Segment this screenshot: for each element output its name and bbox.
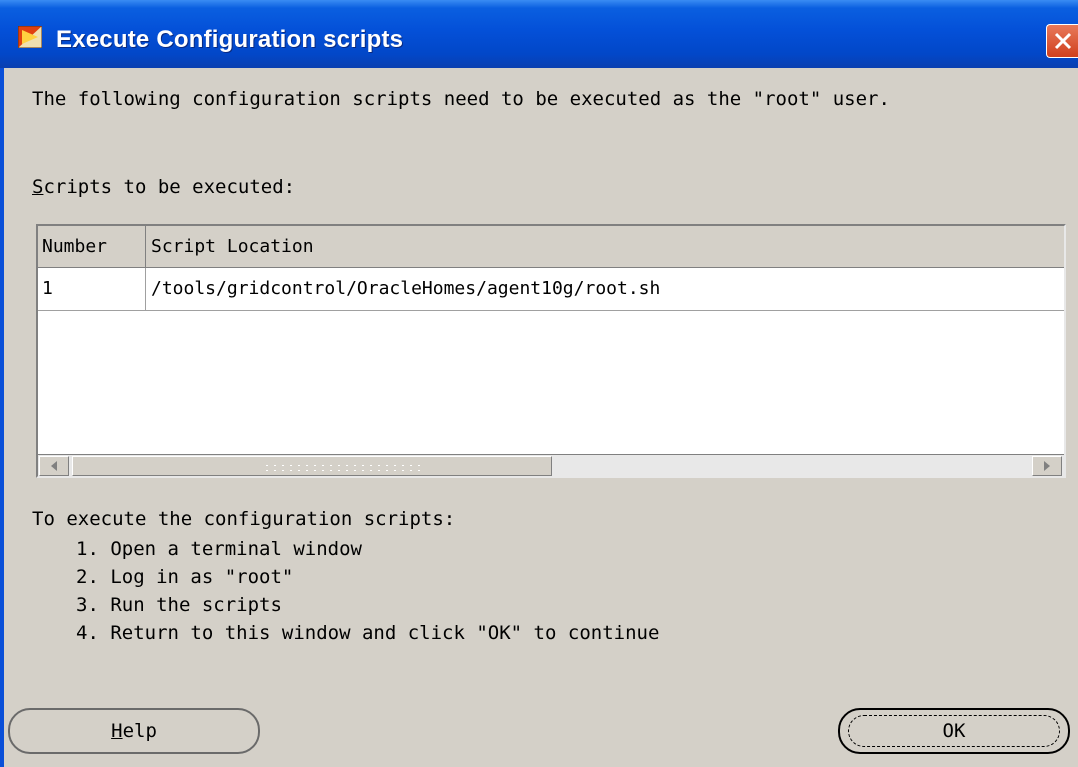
title-bar[interactable]: Execute Configuration scripts (0, 0, 1078, 68)
help-mnemonic: H (111, 720, 123, 742)
arrow-right-icon (1044, 461, 1050, 471)
arrow-left-icon (51, 461, 57, 471)
grip-icon (263, 463, 423, 473)
instruction-step: 3. Run the scripts (76, 594, 282, 616)
help-button[interactable]: Help (8, 708, 260, 754)
scripts-table[interactable]: Number Script Location 1 /tools/gridcont… (36, 224, 1066, 478)
column-header-script-location[interactable]: Script Location (147, 226, 1064, 267)
column-header-number[interactable]: Number (38, 226, 146, 267)
window-frame-left (0, 68, 4, 767)
close-icon (1054, 32, 1072, 50)
instruction-step: 4. Return to this window and click "OK" … (76, 622, 660, 644)
dialog-title: Execute Configuration scripts (56, 26, 404, 53)
instructions-heading: To execute the configuration scripts: (32, 508, 456, 530)
close-button[interactable] (1046, 24, 1078, 58)
scripts-label: Scripts to be executed: (32, 176, 295, 198)
scroll-left-button[interactable] (39, 456, 69, 476)
cell-number: 1 (38, 268, 146, 310)
instruction-step: 1. Open a terminal window (76, 538, 362, 560)
scripts-label-rest: cripts to be executed: (43, 176, 296, 198)
instruction-step: 2. Log in as "root" (76, 566, 294, 588)
table-row[interactable]: 1 /tools/gridcontrol/OracleHomes/agent10… (38, 268, 1064, 311)
scripts-label-mnemonic: S (32, 176, 44, 198)
intro-text: The following configuration scripts need… (32, 88, 890, 110)
cell-script-location: /tools/gridcontrol/OracleHomes/agent10g/… (151, 278, 661, 299)
table-header: Number Script Location (38, 226, 1064, 268)
help-label-rest: elp (122, 720, 157, 742)
installer-icon (18, 26, 42, 48)
ok-label: OK (942, 720, 966, 742)
execute-config-dialog: Execute Configuration scripts The follow… (0, 0, 1078, 767)
horizontal-scrollbar[interactable] (38, 454, 1064, 477)
scroll-right-button[interactable] (1032, 456, 1062, 476)
scrollbar-thumb[interactable] (72, 456, 552, 476)
ok-button[interactable]: OK (838, 708, 1070, 754)
